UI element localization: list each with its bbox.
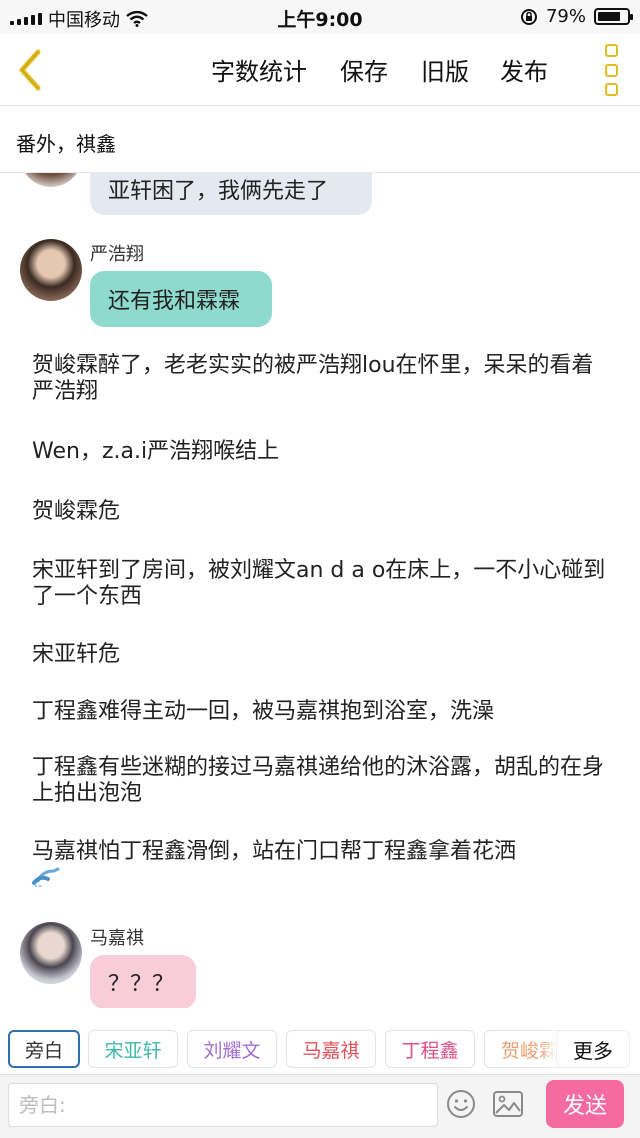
dot xyxy=(604,63,618,77)
battery-percent: 79% xyxy=(545,6,586,27)
message-text: ？？？ xyxy=(108,972,175,997)
wifi-icon xyxy=(126,11,148,27)
editor-toolbar: 字数统计 保存 旧版 发布 xyxy=(0,34,640,106)
status-right: 79% xyxy=(520,6,633,27)
message-bubble[interactable]: 亚轩困了，我俩先走了 xyxy=(90,173,372,215)
send-button[interactable]: 发送 xyxy=(546,1080,624,1128)
role-tab-ding-chengxin[interactable]: 丁程鑫 xyxy=(385,1030,475,1068)
back-button[interactable] xyxy=(10,46,54,94)
shower-head-icon xyxy=(32,867,60,887)
more-menu-button[interactable] xyxy=(600,44,622,96)
message-bubble[interactable]: ？？？ xyxy=(90,955,196,1008)
battery-icon xyxy=(594,8,633,25)
input-bar: 发送 xyxy=(0,1074,640,1138)
speaker-name: 严浩翔 xyxy=(90,244,144,265)
save-button[interactable]: 保存 xyxy=(340,52,388,87)
more-roles-button[interactable]: 更多 xyxy=(556,1030,630,1068)
message-input[interactable] xyxy=(8,1083,438,1127)
word-count-button[interactable]: 字数统计 xyxy=(211,52,307,87)
chevron-left-icon xyxy=(19,49,41,91)
message-text: 亚轩困了，我俩先走了 xyxy=(108,179,329,204)
narration-paragraph[interactable]: 马嘉祺怕丁程鑫滑倒，站在门口帮丁程鑫拿着花洒 xyxy=(32,839,608,865)
battery-level xyxy=(598,12,621,21)
avatar xyxy=(20,922,82,984)
dot xyxy=(604,44,618,57)
narration-paragraph[interactable]: 贺峻霖醉了，老老实实的被严浩翔lou在怀里，呆呆的看着严浩翔 xyxy=(32,353,608,405)
role-tab-song-yaxuan[interactable]: 宋亚轩 xyxy=(88,1030,178,1068)
narration-paragraph[interactable]: 丁程鑫有些迷糊的接过马嘉祺递给他的沐浴露，胡乱的在身上拍出泡泡 xyxy=(32,755,608,807)
rotation-lock-icon xyxy=(520,8,537,25)
old-version-button[interactable]: 旧版 xyxy=(421,52,469,87)
carrier-name: 中国移动 xyxy=(48,10,120,31)
narration-paragraph[interactable]: Wen，z.a.i严浩翔喉结上 xyxy=(32,439,608,465)
status-bar: 中国移动 上午9:00 79% xyxy=(0,0,640,34)
story-content[interactable]: 亚轩困了，我俩先走了 严浩翔 还有我和霖霖 贺峻霖醉了，老老实实的被严浩翔lou… xyxy=(0,173,640,1008)
publish-button[interactable]: 发布 xyxy=(500,52,548,87)
narration-paragraph[interactable]: 丁程鑫难得主动一回，被马嘉祺抱到浴室，洗澡 xyxy=(32,699,608,725)
speaker-name: 马嘉祺 xyxy=(90,928,144,949)
image-icon[interactable] xyxy=(492,1089,524,1119)
status-left: 中国移动 xyxy=(10,6,148,32)
dot xyxy=(604,83,618,96)
role-tab-liu-yaowen[interactable]: 刘耀文 xyxy=(187,1030,277,1068)
role-tab-ma-jiaqi[interactable]: 马嘉祺 xyxy=(286,1030,376,1068)
avatar xyxy=(20,239,82,301)
role-selector: 旁白 宋亚轩 刘耀文 马嘉祺 丁程鑫 贺峻霖 更多 xyxy=(0,1022,640,1074)
narration-paragraph[interactable]: 宋亚轩到了房间，被刘耀文an d a o在床上，一不小心碰到了一个东西 xyxy=(32,558,608,610)
message-bubble[interactable]: 还有我和霖霖 xyxy=(90,271,272,327)
chapter-title[interactable]: 番外，祺鑫 xyxy=(16,128,116,157)
smiley-icon[interactable] xyxy=(446,1089,476,1119)
message-text: 还有我和霖霖 xyxy=(108,289,241,314)
signal-icon xyxy=(10,13,42,25)
role-tab-narrator[interactable]: 旁白 xyxy=(8,1030,80,1068)
avatar xyxy=(20,173,82,187)
narration-paragraph[interactable]: 宋亚轩危 xyxy=(32,642,608,668)
narration-paragraph[interactable]: 贺峻霖危 xyxy=(32,499,608,525)
